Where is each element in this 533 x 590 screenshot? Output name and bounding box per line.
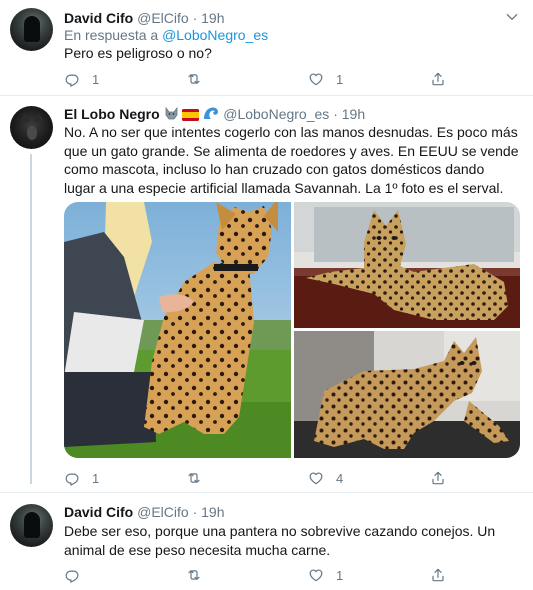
separator-dot: ·: [192, 10, 198, 26]
savannah-cat-lying-photo[interactable]: [294, 202, 520, 328]
like-count: 4: [336, 470, 344, 486]
like-button[interactable]: 1: [308, 70, 343, 88]
reply-icon: [64, 567, 80, 583]
like-button[interactable]: 4: [308, 469, 343, 487]
reply-icon: [64, 470, 80, 486]
user-handle[interactable]: @ElCifo: [137, 10, 189, 26]
reply-mention-link[interactable]: @LoboNegro_es: [162, 27, 268, 43]
reply-button[interactable]: 1: [64, 70, 99, 88]
timestamp[interactable]: 19h: [342, 106, 365, 122]
reply-prefix: En respuesta a: [64, 27, 163, 43]
like-count: 1: [336, 71, 344, 87]
timestamp[interactable]: 19h: [201, 504, 224, 520]
chevron-down-icon[interactable]: [505, 10, 519, 24]
timestamp[interactable]: 19h: [201, 10, 224, 26]
tweet-actions: 1 1: [64, 70, 484, 88]
user-handle[interactable]: @ElCifo: [137, 504, 189, 520]
tweet-actions: 1: [64, 566, 484, 584]
reply-count: 1: [92, 71, 100, 87]
tweet-header: El Lobo Negro @LoboNegro_es · 19h: [64, 105, 365, 125]
reply-icon: [64, 71, 80, 87]
avatar[interactable]: [10, 504, 53, 547]
retweet-icon: [186, 470, 202, 486]
tweet-text: No. A no ser que intentes cogerlo con la…: [64, 124, 519, 196]
user-name[interactable]: David Cifo: [64, 10, 133, 26]
like-icon: [308, 71, 324, 87]
separator-dot: ·: [192, 504, 198, 520]
share-button[interactable]: [430, 566, 446, 584]
thread-line: [30, 154, 32, 484]
retweet-button[interactable]: [186, 469, 214, 487]
tweet-3[interactable]: David Cifo @ElCifo · 19h Debe ser eso, p…: [0, 493, 533, 590]
share-icon: [430, 71, 446, 87]
tweet-actions: 1 4: [64, 469, 484, 487]
like-count: 1: [336, 567, 344, 583]
reply-button[interactable]: [64, 566, 92, 584]
share-button[interactable]: [430, 70, 446, 88]
separator-dot: ·: [333, 106, 338, 122]
retweet-button[interactable]: [186, 70, 214, 88]
share-icon: [430, 470, 446, 486]
user-handle[interactable]: @LoboNegro_es: [223, 106, 329, 122]
tweet-header: David Cifo @ElCifo · 19h: [64, 503, 225, 521]
like-icon: [308, 470, 324, 486]
share-button[interactable]: [430, 469, 446, 487]
avatar[interactable]: [10, 8, 53, 51]
like-icon: [308, 567, 324, 583]
avatar[interactable]: [10, 106, 53, 149]
media-grid: [64, 202, 520, 458]
user-name[interactable]: David Cifo: [64, 504, 133, 520]
reply-button[interactable]: 1: [64, 469, 99, 487]
reply-context: En respuesta a @LoboNegro_es: [64, 26, 268, 44]
tweet-text: Pero es peligroso o no?: [64, 45, 212, 61]
share-icon: [430, 567, 446, 583]
savannah-cat-reclining-photo[interactable]: [294, 331, 520, 458]
tweet-text: Debe ser eso, porque una pantera no sobr…: [64, 523, 496, 558]
reply-count: 1: [92, 470, 100, 486]
like-button[interactable]: 1: [308, 566, 343, 584]
user-name[interactable]: El Lobo Negro: [64, 106, 160, 122]
retweet-button[interactable]: [186, 566, 214, 584]
tweet-1[interactable]: David Cifo @ElCifo · 19h En respuesta a …: [0, 0, 533, 96]
serval-with-person-photo[interactable]: [64, 202, 291, 458]
retweet-icon: [186, 71, 202, 87]
tweet-2[interactable]: El Lobo Negro @LoboNegro_es · 19h No. A …: [0, 96, 533, 488]
retweet-icon: [186, 567, 202, 583]
tweet-header: David Cifo @ElCifo · 19h: [64, 9, 225, 27]
